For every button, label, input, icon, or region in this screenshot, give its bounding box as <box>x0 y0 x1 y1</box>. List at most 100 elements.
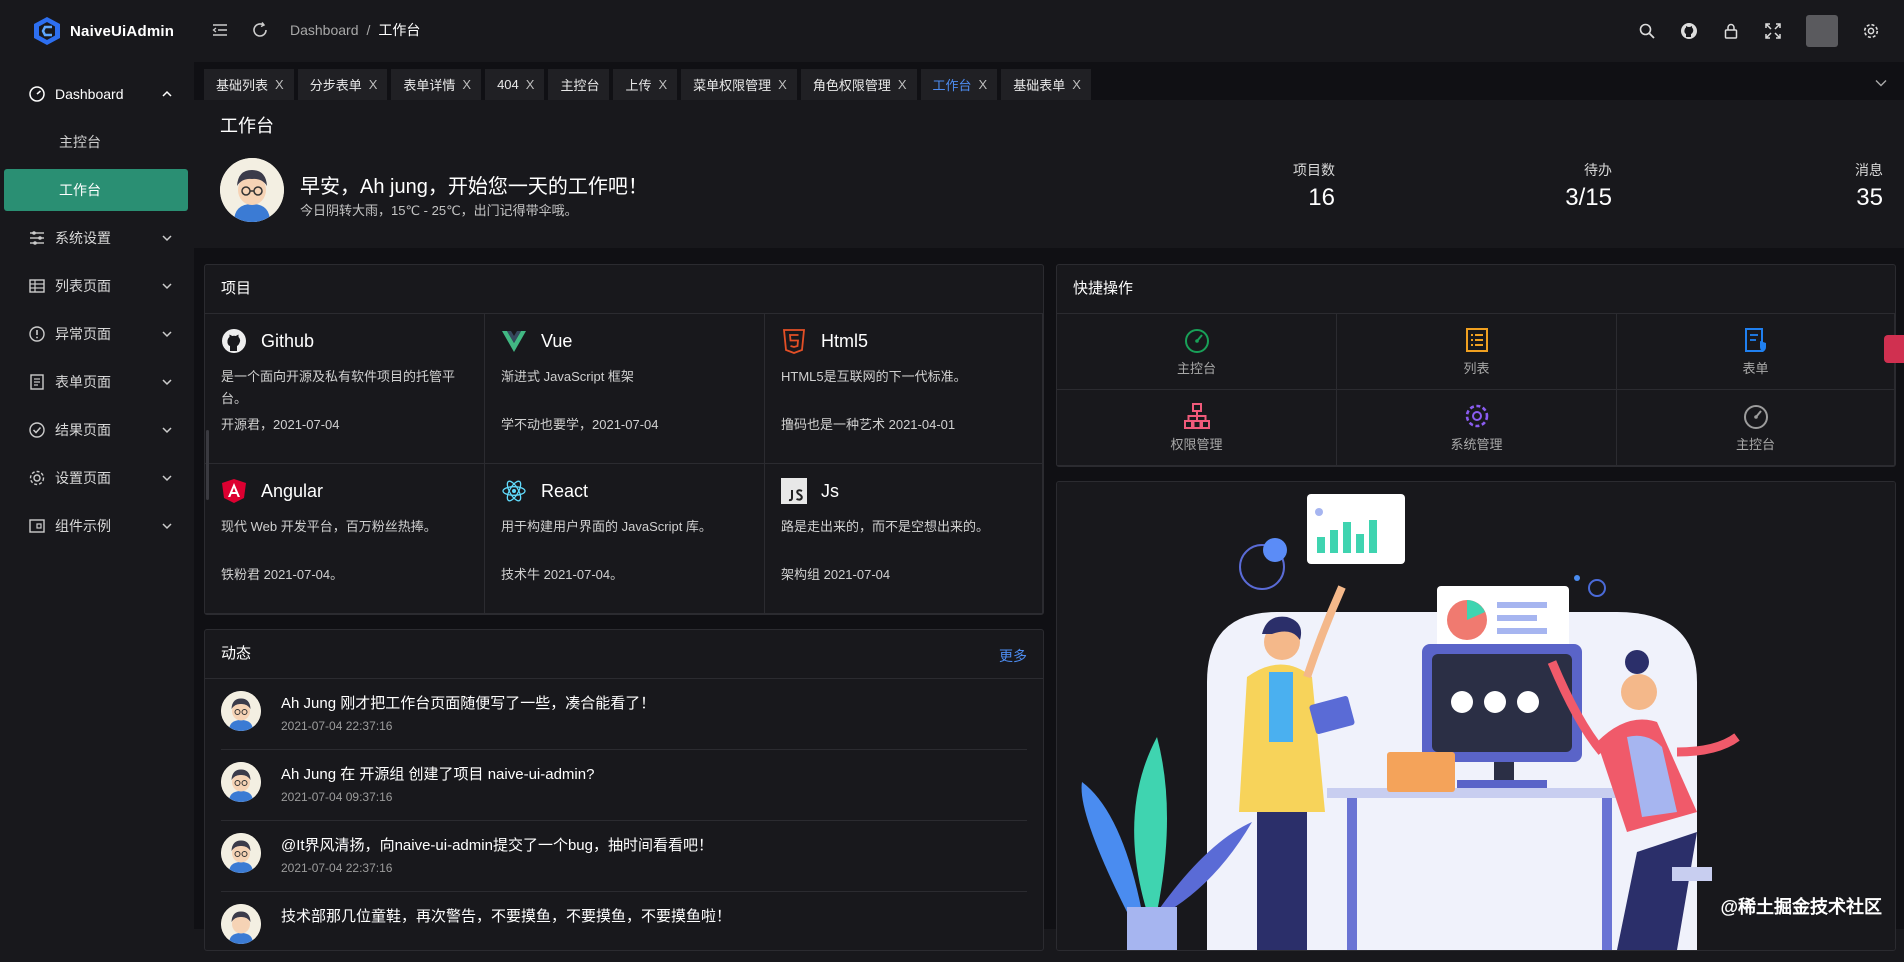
sidebar-item-list[interactable]: 列表页面 <box>0 262 194 310</box>
user-avatar[interactable] <box>1806 15 1838 47</box>
close-icon[interactable]: X <box>462 77 471 92</box>
table-icon <box>29 279 45 293</box>
tab-label: 表单详情 <box>403 78 456 93</box>
project-vue[interactable]: Vue 渐进式 JavaScript 框架 学不动也要学，2021-07-04 <box>485 314 765 464</box>
avatar-illustration <box>221 691 261 731</box>
project-header: Angular <box>221 478 323 504</box>
stat-projects: 项目数 16 <box>1293 160 1335 212</box>
activity-item[interactable]: 技术部那几位童鞋，再次警告，不要摸鱼，不要摸鱼，不要摸鱼啦！ <box>221 892 1027 962</box>
lock-icon[interactable] <box>1722 22 1740 40</box>
project-angular[interactable]: Angular 现代 Web 开发平台，百万粉丝热捧。 铁粉君 2021-07-… <box>205 464 485 614</box>
project-header: Html5 <box>781 328 868 354</box>
sidebar-item-dashboard[interactable]: Dashboard <box>0 70 194 118</box>
sidebar-item-form[interactable]: 表单页面 <box>0 358 194 406</box>
tab-form-detail[interactable]: 表单详情 X <box>391 69 482 100</box>
avatar-illustration <box>221 833 261 873</box>
sidebar-item-system[interactable]: 系统设置 <box>0 214 194 262</box>
tab-role-permission[interactable]: 角色权限管理 X <box>800 69 917 100</box>
project-desc: 现代 Web 开发平台，百万粉丝热捧。 <box>221 519 437 534</box>
chevron-down-icon[interactable] <box>1874 76 1888 90</box>
quick-console[interactable]: 主控台 <box>1057 314 1337 390</box>
sidebar-item-result[interactable]: 结果页面 <box>0 406 194 454</box>
sidebar-item-label: 系统设置 <box>55 230 111 246</box>
sidebar-item-settings[interactable]: 设置页面 <box>0 454 194 502</box>
project-github[interactable]: Github 是一个面向开源及私有软件项目的托管平台。 开源君，2021-07-… <box>205 314 485 464</box>
quick-permission[interactable]: 权限管理 <box>1057 390 1337 466</box>
exclamation-icon <box>29 326 45 342</box>
chevron-up-icon <box>162 90 172 97</box>
close-icon[interactable]: X <box>369 77 378 92</box>
project-react[interactable]: React 用于构建用户界面的 JavaScript 库。 技术牛 2021-0… <box>485 464 765 614</box>
app-logo[interactable]: NaiveUiAdmin <box>32 15 174 47</box>
quick-console-2[interactable]: 主控台 <box>1617 390 1895 466</box>
project-footer: 铁粉君 2021-07-04。 <box>221 567 344 582</box>
settings-icon[interactable] <box>1862 22 1880 40</box>
user-avatar-large <box>220 158 284 222</box>
greeting-text: 早安，Ah jung，开始您一天的工作吧！ <box>300 176 648 198</box>
project-name: Js <box>821 480 839 501</box>
tab-console[interactable]: 主控台 <box>548 69 610 100</box>
stat-messages: 消息 35 <box>1855 160 1883 212</box>
close-icon[interactable]: X <box>898 77 907 92</box>
project-footer: 技术牛 2021-07-04。 <box>501 567 624 582</box>
refresh-icon[interactable] <box>250 20 270 40</box>
sidebar-subitem-console[interactable]: 主控台 <box>0 118 194 166</box>
sidebar-item-label: 异常页面 <box>55 326 111 342</box>
stat-label: 消息 <box>1855 162 1883 178</box>
activity-item[interactable]: Ah Jung 在 开源组 创建了项目 naive-ui-admin? 2021… <box>221 750 1027 821</box>
search-icon[interactable] <box>1638 22 1656 40</box>
tab-menu-permission[interactable]: 菜单权限管理 X <box>681 69 797 100</box>
floating-side-button[interactable] <box>1884 335 1904 363</box>
project-desc: 用于构建用户界面的 JavaScript 库。 <box>501 519 712 534</box>
stat-label: 项目数 <box>1293 162 1335 178</box>
sidebar-subitem-workplace[interactable]: 工作台 <box>4 169 188 211</box>
fullscreen-icon[interactable] <box>1764 22 1782 40</box>
form-icon <box>30 374 44 390</box>
stat-value: 35 <box>1856 184 1883 211</box>
project-header: React <box>501 478 588 504</box>
sidebar-item-exception[interactable]: 异常页面 <box>0 310 194 358</box>
github-icon[interactable] <box>1680 22 1698 40</box>
close-icon[interactable]: X <box>778 77 787 92</box>
tab-workplace[interactable]: 工作台 X <box>920 69 998 100</box>
tab-basic-form[interactable]: 基础表单 X <box>1001 69 1091 100</box>
workplace-illustration <box>1057 482 1895 950</box>
more-link[interactable]: 更多 <box>999 646 1027 666</box>
close-icon[interactable]: X <box>275 77 284 92</box>
activity-text: Ah Jung 在 开源组 创建了项目 naive-ui-admin? <box>281 766 595 783</box>
sidebar-item-components[interactable]: 组件示例 <box>0 502 194 550</box>
menu-collapse-icon[interactable] <box>210 20 230 40</box>
close-icon[interactable]: X <box>979 77 988 92</box>
watermark: @稀土掘金技术社区 <box>1720 897 1882 917</box>
project-name: Github <box>261 330 315 351</box>
tab-upload[interactable]: 上传 X <box>613 69 678 100</box>
project-footer: 撸码也是一种艺术 2021-04-01 <box>781 417 956 432</box>
card-title: 项目 <box>205 265 1043 314</box>
close-icon[interactable]: X <box>1072 77 1081 92</box>
sidebar-item-label: 表单页面 <box>55 374 111 390</box>
tab-step-form[interactable]: 分步表单 X <box>297 69 388 100</box>
project-desc: 渐进式 JavaScript 框架 <box>501 369 634 384</box>
page-title: 工作台 <box>220 116 274 136</box>
sidebar-item-label: 组件示例 <box>55 518 111 534</box>
quick-list[interactable]: 列表 <box>1337 314 1617 390</box>
tab-label: 404 <box>497 77 519 92</box>
chevron-down-icon <box>162 331 172 338</box>
project-name: React <box>541 480 589 501</box>
stat-value: 16 <box>1308 184 1335 211</box>
tab-basic-list[interactable]: 基础列表 X <box>204 69 294 100</box>
chevron-down-icon <box>162 235 172 242</box>
close-icon[interactable]: X <box>526 77 535 92</box>
breadcrumb-dashboard[interactable]: Dashboard <box>290 22 359 38</box>
tab-404[interactable]: 404 X <box>485 69 545 100</box>
avatar <box>221 691 261 731</box>
github-icon <box>222 329 246 353</box>
quick-form[interactable]: 表单 <box>1617 314 1895 390</box>
scrollbar-thumb[interactable] <box>206 430 209 500</box>
project-html5[interactable]: Html5 HTML5是互联网的下一代标准。 撸码也是一种艺术 2021-04-… <box>765 314 1043 464</box>
close-icon[interactable]: X <box>658 77 667 92</box>
activity-item[interactable]: Ah Jung 刚才把工作台页面随便写了一些，凑合能看了！ 2021-07-04… <box>221 679 1027 750</box>
activity-item[interactable]: @It界风清扬，向naive-ui-admin提交了一个bug，抽时间看看吧！ … <box>221 821 1027 892</box>
project-js[interactable]: Js 路是走出来的，而不是空想出来的。 架构组 2021-07-04 <box>765 464 1043 614</box>
quick-system[interactable]: 系统管理 <box>1337 390 1617 466</box>
